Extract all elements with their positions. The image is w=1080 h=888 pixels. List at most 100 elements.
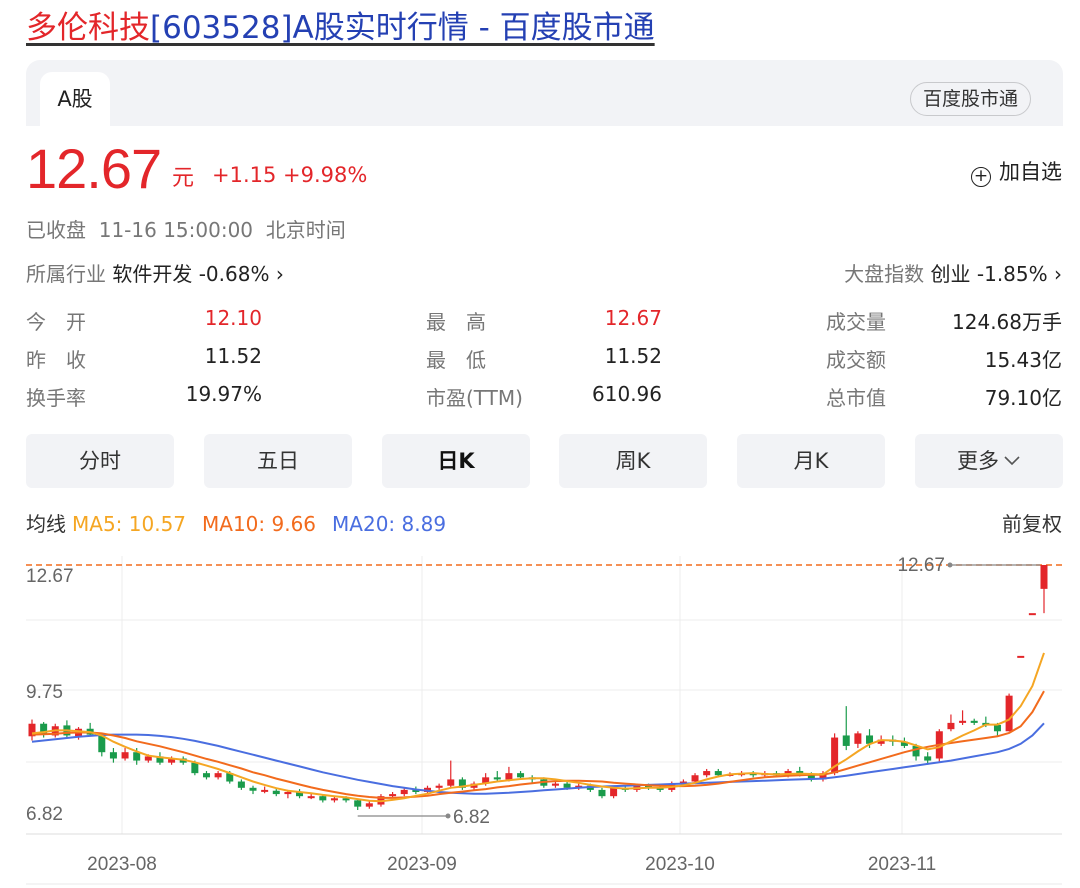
candle-body bbox=[237, 781, 245, 788]
price-change: +1.15 +9.98% bbox=[212, 163, 367, 187]
candles-layer bbox=[28, 565, 1048, 810]
candle-body bbox=[307, 796, 315, 799]
candle-body bbox=[365, 803, 373, 807]
period-button-week-k[interactable]: 周K bbox=[559, 434, 707, 488]
candle-body bbox=[330, 798, 338, 801]
candle-body bbox=[1005, 695, 1013, 732]
candle-body bbox=[1017, 655, 1025, 658]
candle-body bbox=[249, 787, 257, 791]
stat-label: 成交额 bbox=[826, 348, 886, 372]
index-link[interactable]: 大盘指数 创业 -1.85% › bbox=[844, 258, 1062, 287]
candle-body bbox=[842, 735, 850, 746]
high-marker-dot bbox=[947, 562, 953, 568]
plot-area bbox=[26, 556, 1062, 834]
ma-lines-layer bbox=[31, 652, 1045, 803]
y-tick-label: 12.67 bbox=[26, 566, 74, 587]
candle-body bbox=[959, 720, 967, 723]
stat-label: 市盈(TTM) bbox=[426, 386, 523, 410]
candle-body bbox=[133, 752, 141, 761]
stat-label: 最 低 bbox=[426, 348, 486, 372]
candle-body bbox=[517, 773, 525, 778]
candle-body bbox=[272, 790, 280, 795]
candle-body bbox=[109, 752, 117, 759]
candle-body bbox=[319, 796, 327, 801]
stat-label: 昨 收 bbox=[26, 348, 86, 372]
candle-body bbox=[121, 752, 129, 759]
page-title-link[interactable]: 多伦科技[603528]A股实时行情 - 百度股市通 bbox=[26, 6, 655, 50]
industry-value: 软件开发 -0.68% › bbox=[112, 262, 284, 286]
x-tick-label: 2023-09 bbox=[387, 854, 457, 875]
candle-body bbox=[598, 789, 606, 797]
status-datetime: 11-16 15:00:00 bbox=[98, 218, 254, 242]
change-percent: +9.98% bbox=[283, 163, 368, 187]
market-status: 已收盘 11-16 15:00:00 北京时间 bbox=[26, 214, 346, 243]
app-pill-button[interactable]: 百度股市通 bbox=[909, 82, 1031, 116]
adjust-mode-button[interactable]: 前复权 bbox=[1002, 508, 1062, 537]
ma20-value: MA20: 8.89 bbox=[332, 512, 447, 536]
stat-value: 12.10 bbox=[204, 306, 262, 330]
x-tick-label: 2023-08 bbox=[87, 854, 157, 875]
stat-value: 124.68万手 bbox=[952, 310, 1062, 334]
stat-label: 成交量 bbox=[826, 310, 886, 334]
stat-value: 19.97% bbox=[185, 382, 262, 406]
candle-body bbox=[389, 794, 397, 797]
tab-a-share[interactable]: A股 bbox=[40, 72, 110, 126]
stat-value: 610.96 bbox=[592, 382, 662, 406]
candle-body bbox=[435, 785, 443, 788]
stat-value: 11.52 bbox=[204, 344, 262, 368]
chevron-down-icon bbox=[1004, 456, 1020, 466]
candle-body bbox=[214, 773, 222, 778]
y-tick-label: 9.75 bbox=[26, 682, 63, 703]
kline-chart[interactable]: 12.67 6.82 12.67 9.75 6.82 2023-08 2023-09 202… bbox=[0, 540, 1080, 888]
ma-label: 均线 bbox=[26, 512, 66, 536]
period-button-5day[interactable]: 五日 bbox=[204, 434, 352, 488]
candle-body bbox=[610, 787, 618, 797]
candle-body bbox=[924, 756, 932, 761]
price-unit: 元 bbox=[172, 166, 195, 191]
stock-name[interactable]: 多伦科技 bbox=[26, 10, 150, 46]
stat-value: 79.10亿 bbox=[984, 386, 1062, 410]
ma-legend: 均线 MA5: 10.57 MA10: 9.66 MA20: 8.89 bbox=[26, 508, 446, 537]
industry-link[interactable]: 所属行业 软件开发 -0.68% › bbox=[26, 258, 284, 287]
stat-label: 换手率 bbox=[26, 386, 86, 410]
status-text: 已收盘 bbox=[26, 218, 86, 242]
more-label: 更多 bbox=[957, 449, 999, 473]
stat-label: 最 高 bbox=[426, 310, 486, 334]
stat-value: 12.67 bbox=[604, 306, 662, 330]
current-price: 12.67 bbox=[26, 137, 162, 200]
stat-label: 总市值 bbox=[826, 386, 886, 410]
candle-body bbox=[703, 771, 711, 776]
watch-label: 加自选 bbox=[999, 160, 1062, 184]
status-timezone: 北京时间 bbox=[265, 218, 346, 242]
x-tick-label: 2023-11 bbox=[868, 854, 936, 875]
stat-value: 11.52 bbox=[604, 344, 662, 368]
market-tabbar: A股 百度股市通 bbox=[26, 60, 1063, 126]
candle-body bbox=[714, 771, 722, 776]
candle-body bbox=[98, 735, 106, 753]
candle-body bbox=[970, 720, 978, 723]
candle-body bbox=[144, 756, 152, 761]
title-rest[interactable]: [603528]A股实时行情 - 百度股市通 bbox=[150, 10, 655, 46]
candle-body bbox=[505, 773, 513, 780]
candle-body bbox=[1040, 565, 1048, 589]
y-tick-label: 6.82 bbox=[26, 804, 63, 825]
candle-body bbox=[354, 800, 362, 807]
candle-body bbox=[993, 724, 1001, 732]
period-button-day-k[interactable]: 日K bbox=[382, 434, 530, 488]
change-amount: +1.15 bbox=[212, 163, 277, 187]
chart-grid bbox=[26, 556, 1062, 885]
period-button-month-k[interactable]: 月K bbox=[737, 434, 885, 488]
period-button-more[interactable]: 更多 bbox=[915, 434, 1063, 488]
candle-body bbox=[447, 779, 455, 786]
ma5-line bbox=[31, 652, 1045, 803]
low-marker-label: 6.82 bbox=[453, 807, 490, 828]
period-button-minute[interactable]: 分时 bbox=[26, 434, 174, 488]
x-tick-label: 2023-10 bbox=[645, 854, 715, 875]
candle-body bbox=[400, 789, 408, 795]
candle-body bbox=[563, 783, 571, 788]
ma10-value: MA10: 9.66 bbox=[202, 512, 317, 536]
add-watchlist-button[interactable]: + 加自选 bbox=[971, 156, 1062, 187]
candle-body bbox=[947, 722, 955, 730]
candle-body bbox=[191, 762, 199, 774]
candle-body bbox=[261, 789, 269, 792]
